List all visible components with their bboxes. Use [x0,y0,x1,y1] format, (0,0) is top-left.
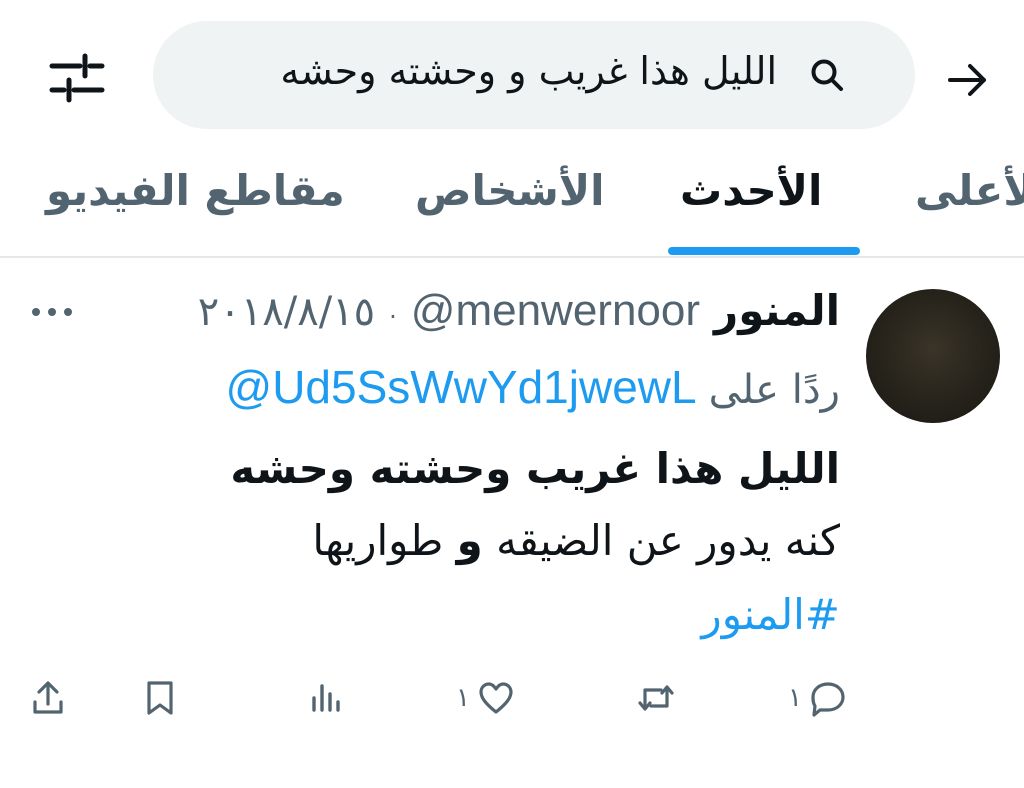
sliders-icon [44,48,110,108]
search-bar[interactable]: الليل هذا غريب و وحشته وحشه [153,21,915,129]
reply-prefix: ردًا على [708,367,840,413]
tab-videos[interactable]: مقاطع الفيديو [46,166,345,215]
reply-button[interactable]: ١ [788,676,848,720]
bookmark-button[interactable] [142,676,178,720]
separator-dot: · [389,303,397,331]
search-icon [809,57,845,93]
tab-top[interactable]: الأعلى [915,166,1024,215]
display-name[interactable]: المنور [714,286,840,335]
reply-count: ١ [788,683,802,713]
tweet-text-part: طواريها [312,516,444,565]
tab-latest[interactable]: الأحدث [680,166,822,215]
like-button[interactable]: ١ [456,676,516,720]
comment-icon [808,678,848,718]
arrow-right-icon [944,56,992,104]
more-options-button[interactable] [30,290,74,334]
search-tabs: الأعلى الأحدث الأشخاص مقاطع الفيديو [0,150,1024,256]
more-dots-icon [30,305,74,319]
heart-icon [476,678,516,718]
search-settings-button[interactable] [44,48,110,108]
active-tab-indicator [668,247,860,255]
retweet-button[interactable] [636,676,676,720]
search-input[interactable]: الليل هذا غريب و وحشته وحشه [280,49,777,93]
like-count: ١ [456,683,470,713]
reply-context: ردًا على @Ud5SsWwYd1jwewL [226,360,840,414]
tweet-text-line-2: كنه يدور عن الضيقه و طواريها [312,516,840,565]
bookmark-icon [142,678,178,718]
avatar[interactable] [866,289,1000,423]
tweet-text-part: كنه يدور عن الضيقه [496,516,840,565]
tweet-text-line-1: الليل هذا غريب وحشته وحشه [230,444,840,493]
divider [0,256,1024,258]
analytics-icon [306,678,346,718]
user-handle[interactable]: @menwernoor [411,286,700,336]
reply-to-handle[interactable]: @Ud5SsWwYd1jwewL [226,360,697,414]
retweet-icon [636,678,676,718]
hashtag-link[interactable]: #المنور [701,590,840,639]
share-button[interactable] [30,676,66,720]
tweet-text-bold-part: و [456,516,483,565]
tweet-header: المنور @menwernoor · ٢٠١٨/٨/١٥ [198,286,840,336]
share-icon [30,678,66,718]
tweet-date[interactable]: ٢٠١٨/٨/١٥ [198,289,375,335]
back-button[interactable] [938,50,998,110]
tab-people[interactable]: الأشخاص [415,166,605,215]
views-button[interactable] [306,676,346,720]
